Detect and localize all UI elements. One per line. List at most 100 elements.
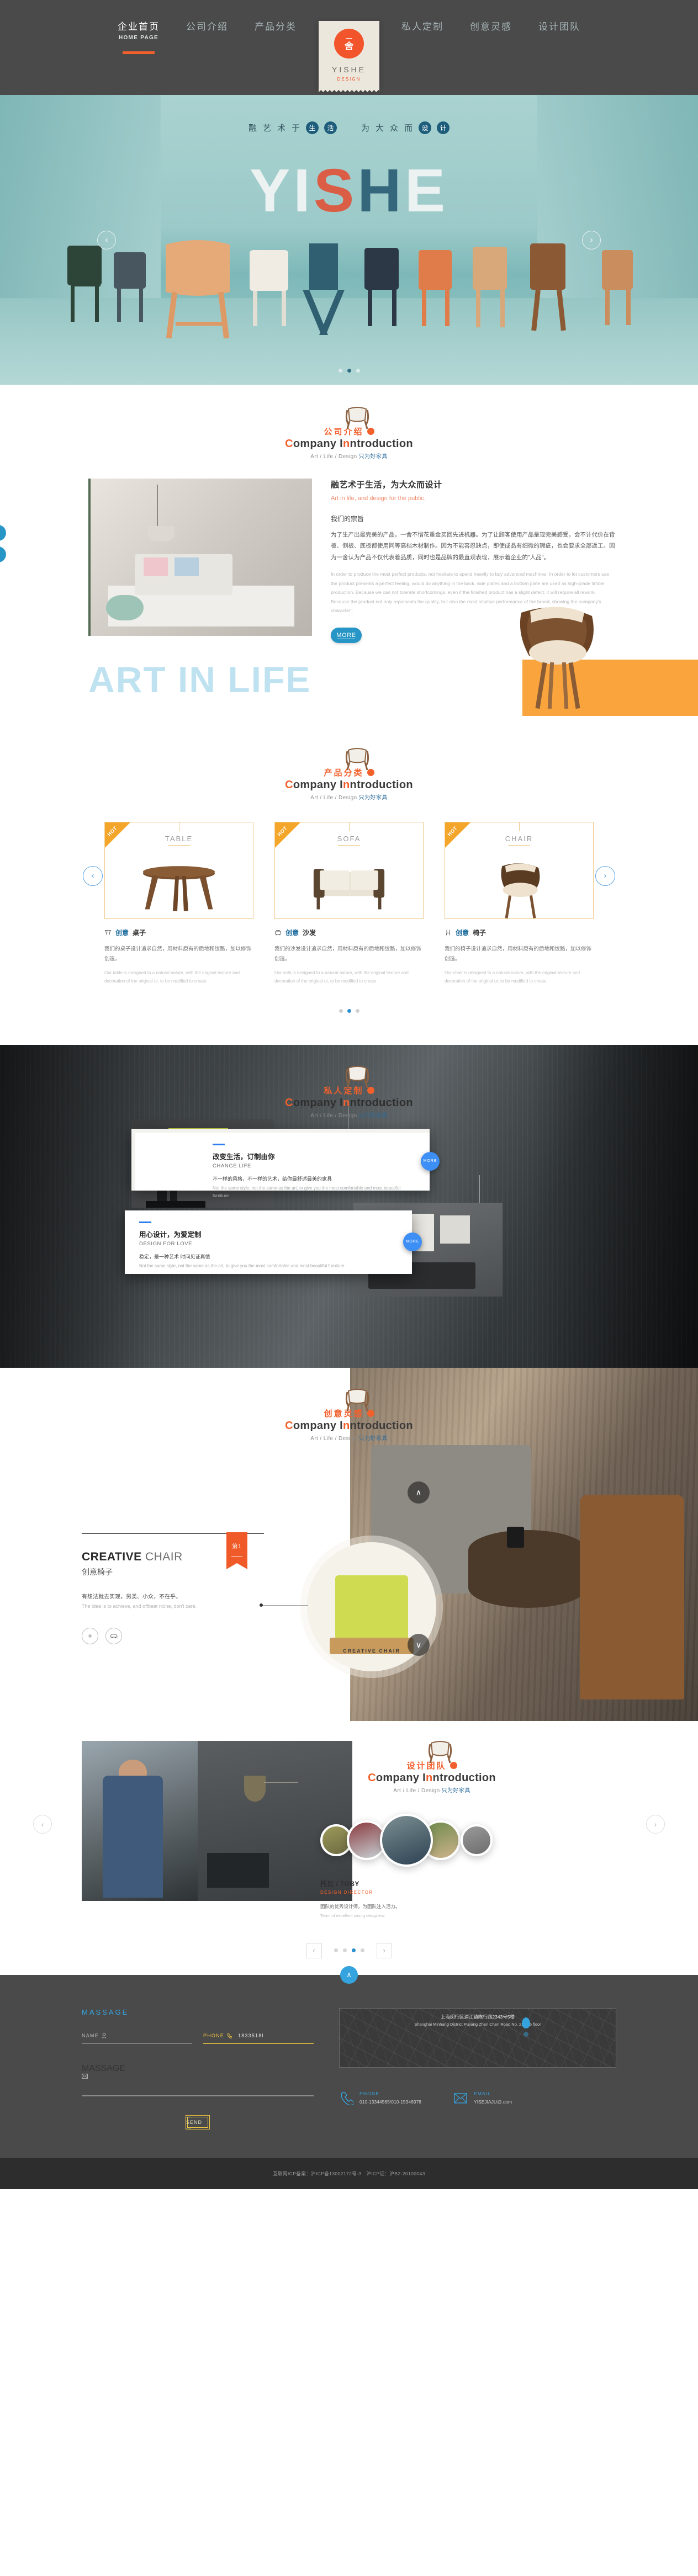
creative-desc-cn: 有想法就去实现，另类、小众，不在乎。 xyxy=(82,1594,181,1600)
hero-dot[interactable] xyxy=(356,369,360,373)
company-more-button[interactable]: MORE xyxy=(331,627,362,643)
products-header-en-tail: ntroduction xyxy=(350,778,413,791)
custom-more-button[interactable]: MORE xyxy=(421,1152,440,1171)
custom-panel-design-love: 用心设计，为爱定制 DESIGN FOR LOVE 稳定，是一种艺术 时间见证真… xyxy=(125,1210,422,1274)
logo-sub: DESIGN xyxy=(337,77,361,82)
photo-pouf xyxy=(106,594,144,620)
team-nav-right-button[interactable]: › xyxy=(376,1942,392,1958)
plus-icon[interactable]: + xyxy=(82,1627,98,1644)
scroll-up-icon[interactable]: ∧ xyxy=(0,525,6,541)
creative-scroll-down-button[interactable]: ∨ xyxy=(408,1633,430,1656)
custom-panel-body: 改变生活，订制由你 CHANGE LIFE 不一样的风格，不一样的艺术，给你最舒… xyxy=(135,1133,430,1200)
location-map[interactable]: 上海闵行区浦江镇陈行路2343号5楼 Shanghai Minhang Dist… xyxy=(339,2007,616,2068)
team-dot[interactable] xyxy=(334,1948,338,1953)
product-card[interactable]: HOT TABLE 创意 桌子 我们的桌子设计追求自然，用材料原有的质地和纹路，… xyxy=(104,821,253,986)
phone-field-group: PHONE 1833518l xyxy=(203,2033,314,2044)
phone-icon xyxy=(341,2091,353,2105)
scroll-to-top-button[interactable]: ∧ xyxy=(340,1966,358,1984)
private-custom-section: 私人定制 Company Inntroduction Art / Life / … xyxy=(0,1044,698,1368)
products-next-button[interactable]: › xyxy=(595,865,615,886)
massage-label: MASSAGE xyxy=(82,2064,314,2079)
name-underline xyxy=(82,2043,192,2044)
nav-item-custom[interactable]: 私人定制 xyxy=(388,21,457,33)
creative-rule: 第1 xyxy=(82,1532,264,1569)
slogan-badge: 计 xyxy=(437,121,450,134)
phone-input[interactable]: 1833518l xyxy=(238,2033,264,2038)
nav-item-inspiration[interactable]: 创意灵感 xyxy=(457,21,525,33)
car-icon[interactable] xyxy=(105,1627,122,1644)
creative-tag-right: 只为好家具 xyxy=(358,1435,388,1442)
team-dot-active[interactable] xyxy=(351,1948,356,1953)
contact-value: YISEJIAJU@.com xyxy=(474,2099,512,2105)
hero-dot[interactable] xyxy=(338,369,342,373)
team-avatar-row xyxy=(320,1813,493,1867)
email-icon xyxy=(454,2092,467,2104)
art-in-life-text: ART IN LIFE xyxy=(88,658,311,700)
product-title-row: 创意 沙发 xyxy=(274,928,424,937)
products-dot[interactable] xyxy=(355,1008,359,1013)
company-paragraph-cn: 为了生产出最完美的产品，一舍不惜花重金买回先进机器。为了让顾客使用产品呈现完美感… xyxy=(331,532,615,561)
nav-item-company[interactable]: 公司介绍 xyxy=(173,21,241,33)
slogan-char: 众 xyxy=(390,124,399,133)
team-table-block xyxy=(207,1852,269,1888)
scroll-down-icon[interactable]: ∨ xyxy=(0,546,6,562)
custom-header-en: Company Inntroduction xyxy=(0,1097,698,1109)
products-tag-right: 只为好家具 xyxy=(358,794,388,801)
product-title-blue: 创意 xyxy=(456,928,469,937)
team-pagination-dots[interactable] xyxy=(334,1948,364,1953)
team-dot[interactable] xyxy=(342,1948,347,1953)
art-in-life-band: ART IN LIFE xyxy=(0,607,698,716)
products-header-tag: Art / Life / Design 只为好家具 xyxy=(0,793,698,801)
products-pagination-dots[interactable] xyxy=(0,1008,698,1013)
hero-carousel: 融 艺 术 于 生 活 为 大 众 而 设 计 YISHE ‹ › xyxy=(0,95,698,385)
send-button[interactable]: — SEND — xyxy=(186,2114,210,2131)
avatar[interactable] xyxy=(461,1824,493,1856)
custom-more-button[interactable]: MORE xyxy=(403,1233,422,1252)
nav-item-team[interactable]: 设计团队 xyxy=(525,21,594,33)
hero-dot-active[interactable] xyxy=(347,369,351,373)
creative-badge-chair xyxy=(329,1575,414,1655)
products-prev-button[interactable]: ‹ xyxy=(83,865,103,886)
product-desc-en: Our sofa is designed to a natural nature… xyxy=(274,970,409,984)
hero-slogan-right: 为 大 众 而 设 计 xyxy=(361,121,450,134)
avatar-active[interactable] xyxy=(380,1813,433,1867)
name-label-text: NAME xyxy=(82,2032,99,2038)
creative-header-en: Company Inntroduction xyxy=(0,1420,698,1432)
creative-scroll-up-button[interactable]: ∧ xyxy=(408,1481,430,1504)
creative-header-en-accent: n xyxy=(343,1419,350,1432)
product-title-dark: 椅子 xyxy=(473,928,487,937)
sofa-illustration xyxy=(313,869,385,910)
company-header-tag: Art / Life / Design 只为好家具 xyxy=(0,452,698,460)
custom-frame-2 xyxy=(440,1215,470,1244)
products-dot[interactable] xyxy=(339,1008,343,1013)
team-dot[interactable] xyxy=(360,1948,364,1953)
creative-icon-row: + xyxy=(82,1627,264,1644)
slogan-char: 大 xyxy=(376,124,385,133)
hero-next-button[interactable]: › xyxy=(582,230,601,249)
hero-prev-button[interactable]: ‹ xyxy=(97,230,116,249)
team-tag-left: Art / Life / Design xyxy=(393,1787,440,1794)
creative-section-header: 创意灵感 Company Inntroduction Art / Life / … xyxy=(0,1382,698,1442)
product-title-row: 创意 椅子 xyxy=(445,928,594,937)
site-logo[interactable]: 一 舍 YISHE DESIGN xyxy=(319,21,379,92)
company-side-nav[interactable]: ∧ ∨ xyxy=(0,525,6,562)
creative-header-en-first: C xyxy=(285,1419,293,1432)
hero-pagination-dots[interactable] xyxy=(0,369,698,373)
phone-icon xyxy=(227,2033,232,2038)
custom-panel-title-cn: 用心设计，为爱定制 xyxy=(139,1230,202,1239)
custom-panel-change-life: 改变生活，订制由你 CHANGE LIFE 不一样的风格，不一样的艺术，给你最舒… xyxy=(131,1128,440,1198)
rank-ribbon-label: 第1 xyxy=(232,1543,242,1550)
product-title-blue: 创意 xyxy=(285,928,299,937)
custom-panel-inner: 用心设计，为爱定制 DESIGN FOR LOVE 稳定，是一种艺术 时间见证真… xyxy=(125,1210,422,1274)
nav-item-products[interactable]: 产品分类 xyxy=(241,21,310,33)
team-prev-button[interactable]: ‹ xyxy=(33,1814,52,1834)
car-icon-glyph xyxy=(110,1634,118,1638)
custom-tag-left: Art / Life / Design xyxy=(310,1112,357,1119)
team-nav-left-button[interactable]: ‹ xyxy=(306,1942,322,1958)
products-dot-active[interactable] xyxy=(347,1008,351,1013)
product-card[interactable]: HOT CHAIR 创意 椅子 我们的椅子设计追求自然，用材料原有的质地和纹路，… xyxy=(445,821,594,986)
team-next-button[interactable]: › xyxy=(646,1814,665,1834)
rank-ribbon: 第1 xyxy=(226,1532,247,1569)
product-card[interactable]: HOT SOFA 创意 沙发 我们的沙发设计追求自然，用材料原有的质地和纹路，加… xyxy=(274,821,424,986)
nav-item-home[interactable]: 企业首页 HOME PAGE xyxy=(104,21,173,54)
